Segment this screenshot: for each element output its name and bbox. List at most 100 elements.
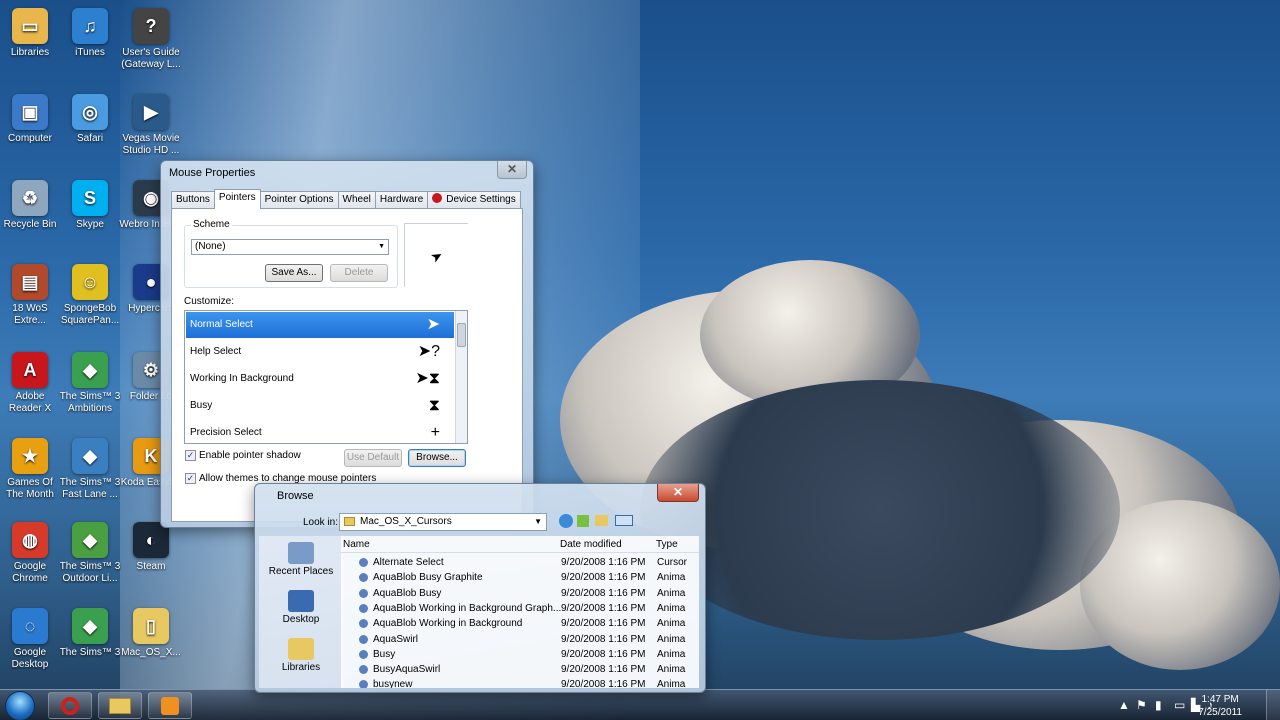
desktop-app-icon: ◆ [72, 522, 108, 558]
tab-device-settings[interactable]: Device Settings [427, 191, 521, 209]
cursor-name: Precision Select [190, 427, 262, 438]
desktop-app-icon: ▭ [12, 8, 48, 44]
desktop-icon[interactable]: ◐ Steam [119, 522, 183, 573]
mouse-properties-close-button[interactable]: ✕ [497, 161, 527, 179]
scheme-select[interactable]: (None) ▼ [191, 239, 389, 255]
cursor-list-item[interactable]: Precision Select + [186, 420, 454, 443]
pointer-preview-arrow-icon: ➤ [427, 246, 446, 266]
file-row[interactable]: AquaBlob Working in Background Graph... 9… [341, 601, 699, 616]
place-item[interactable]: Recent Places [261, 542, 341, 577]
cursor-preview-icon: ➤⧗ [415, 370, 440, 387]
desktop-icon[interactable]: ☺ SpongeBob SquarePan... [58, 264, 122, 327]
delete-button[interactable]: Delete [330, 264, 388, 282]
start-button[interactable] [5, 691, 35, 720]
new-folder-icon[interactable] [595, 515, 608, 526]
desktop-icon[interactable]: ◆ The Sims™ 3 Fast Lane ... [58, 438, 122, 501]
desktop-icon[interactable]: ▶ Vegas Movie Studio HD ... [119, 94, 183, 157]
tab-pointer-options[interactable]: Pointer Options [259, 191, 339, 209]
file-name: AquaBlob Working in Background [373, 618, 523, 630]
tab-hardware[interactable]: Hardware [374, 191, 429, 209]
file-type: Anima [657, 679, 686, 688]
show-desktop-button[interactable] [1266, 690, 1280, 720]
desktop-icon[interactable]: ◎ Safari [58, 94, 122, 145]
file-name: BusyAquaSwirl [373, 664, 441, 676]
desktop-icon[interactable]: A Adobe Reader X [0, 352, 62, 415]
browse-close-button[interactable]: ✕ [657, 484, 699, 502]
column-date[interactable]: Date modified [560, 536, 622, 553]
view-menu-icon[interactable] [615, 515, 633, 526]
desktop-icon-label: Computer [8, 133, 52, 144]
save-as-button[interactable]: Save As... [265, 264, 323, 282]
up-folder-icon[interactable] [577, 515, 589, 527]
file-row[interactable]: AquaSwirl 9/20/2008 1:16 PM Anima [341, 632, 699, 647]
desktop-icon-label: Vegas Movie Studio HD ... [122, 133, 180, 156]
cursor-list-item[interactable]: Busy ⧗ [186, 393, 454, 419]
scheme-label: Scheme [191, 219, 232, 230]
file-date: 9/20/2008 1:16 PM [561, 602, 646, 614]
allow-themes-checkbox[interactable]: ✓ [185, 473, 196, 484]
use-default-button[interactable]: Use Default [344, 449, 402, 467]
tab-buttons[interactable]: Buttons [171, 191, 215, 209]
tray-monitor-icon[interactable]: ▭ [1174, 698, 1185, 712]
cursor-name: Normal Select [190, 319, 253, 330]
taskbar-explorer-button[interactable] [98, 692, 142, 719]
cursor-list-item[interactable]: Help Select ➤? [186, 339, 454, 365]
back-icon[interactable] [559, 514, 573, 528]
file-row[interactable]: BusyAquaSwirl 9/20/2008 1:16 PM Anima [341, 662, 699, 677]
place-item[interactable]: Libraries [261, 638, 341, 673]
desktop-icon[interactable]: S Skype [58, 180, 122, 231]
taskbar-opera-button[interactable] [48, 692, 92, 719]
file-row[interactable]: AquaBlob Busy 9/20/2008 1:16 PM Anima [341, 586, 699, 601]
file-row[interactable]: Alternate Select 9/20/2008 1:16 PM Cursor [341, 555, 699, 570]
desktop-icon-label: Google Chrome [12, 561, 48, 584]
enable-shadow-checkbox[interactable]: ✓ [185, 450, 196, 461]
chevron-down-icon: ▼ [378, 243, 385, 250]
tab-pointers[interactable]: Pointers [213, 189, 261, 209]
desktop-icon-label: Mac_OS_X... [121, 647, 181, 658]
taskbar-media-player-button[interactable] [148, 692, 192, 719]
cursor-preview-icon: + [430, 424, 440, 441]
cursor-preview-icon: ➤? [417, 343, 440, 360]
wallpaper-cloud-shadow [640, 380, 1120, 640]
desktop-icon[interactable]: ▭ Libraries [0, 8, 62, 59]
desktop-icon-label: Games Of The Month [6, 477, 54, 500]
tab-wheel[interactable]: Wheel [337, 191, 376, 209]
file-row[interactable]: busynew 9/20/2008 1:16 PM Anima [341, 677, 699, 688]
desktop-icon-label: iTunes [75, 47, 105, 58]
desktop-icon-label: The Sims™ 3 Fast Lane ... [59, 477, 121, 500]
desktop-icon[interactable]: ▤ 18 WoS Extre... [0, 264, 62, 327]
pointers-tab-panel: Scheme (None) ▼ Save As... Delete ➤ Cust… [171, 208, 523, 522]
tab-label: Device Settings [446, 194, 516, 205]
desktop-icon[interactable]: ♻ Recycle Bin [0, 180, 62, 231]
tray-power-icon[interactable]: ▮ [1155, 698, 1162, 712]
cursor-preview-icon: ➤ [426, 316, 440, 333]
desktop-icon[interactable]: ▣ Computer [0, 94, 62, 145]
file-row[interactable]: Busy 9/20/2008 1:16 PM Anima [341, 647, 699, 662]
cursor-list-item[interactable]: Working In Background ➤⧗ [186, 366, 454, 392]
tray-flag-icon[interactable]: ⚑ [1136, 698, 1147, 712]
cursor-list-item[interactable]: Normal Select ➤ [186, 312, 454, 338]
file-row[interactable]: AquaBlob Busy Graphite 9/20/2008 1:16 PM A… [341, 570, 699, 585]
desktop-icon[interactable]: ♫ iTunes [58, 8, 122, 59]
desktop-icon[interactable]: ▯ Mac_OS_X... [119, 608, 183, 659]
scrollbar-thumb[interactable] [457, 323, 466, 347]
desktop-icon[interactable]: ◌ Google Desktop [0, 608, 62, 671]
place-item[interactable]: Desktop [261, 590, 341, 625]
file-row[interactable]: AquaBlob Working in Background 9/20/2008 … [341, 616, 699, 631]
desktop-icon[interactable]: ? User's Guide (Gateway L... [119, 8, 183, 71]
desktop-icon[interactable]: ◆ The Sims™ 3 Ambitions [58, 352, 122, 415]
column-type[interactable]: Type [656, 536, 678, 553]
cursor-list: Normal Select ➤ Help Select ➤? Working In Ba… [184, 310, 468, 444]
look-in-select[interactable]: Mac_OS_X_Cursors ▼ [339, 513, 547, 531]
column-name[interactable]: Name [343, 536, 370, 553]
desktop-icon[interactable]: ★ Games Of The Month [0, 438, 62, 501]
desktop-icon[interactable]: ◆ The Sims™ 3 Outdoor Li... [58, 522, 122, 585]
desktop-icon[interactable]: ◆ The Sims™ 3 [58, 608, 122, 659]
browse-button[interactable]: Browse... [408, 449, 466, 467]
pointer-preview: ➤ [404, 223, 468, 287]
desktop-icon[interactable]: ◍ Google Chrome [0, 522, 62, 585]
file-type: Anima [657, 633, 686, 645]
taskbar-clock[interactable]: 1:47 PM 7/25/2011 [1198, 693, 1242, 719]
cursor-list-scrollbar[interactable] [455, 311, 467, 443]
tray-show-hidden-icon[interactable]: ▲ [1118, 698, 1130, 712]
